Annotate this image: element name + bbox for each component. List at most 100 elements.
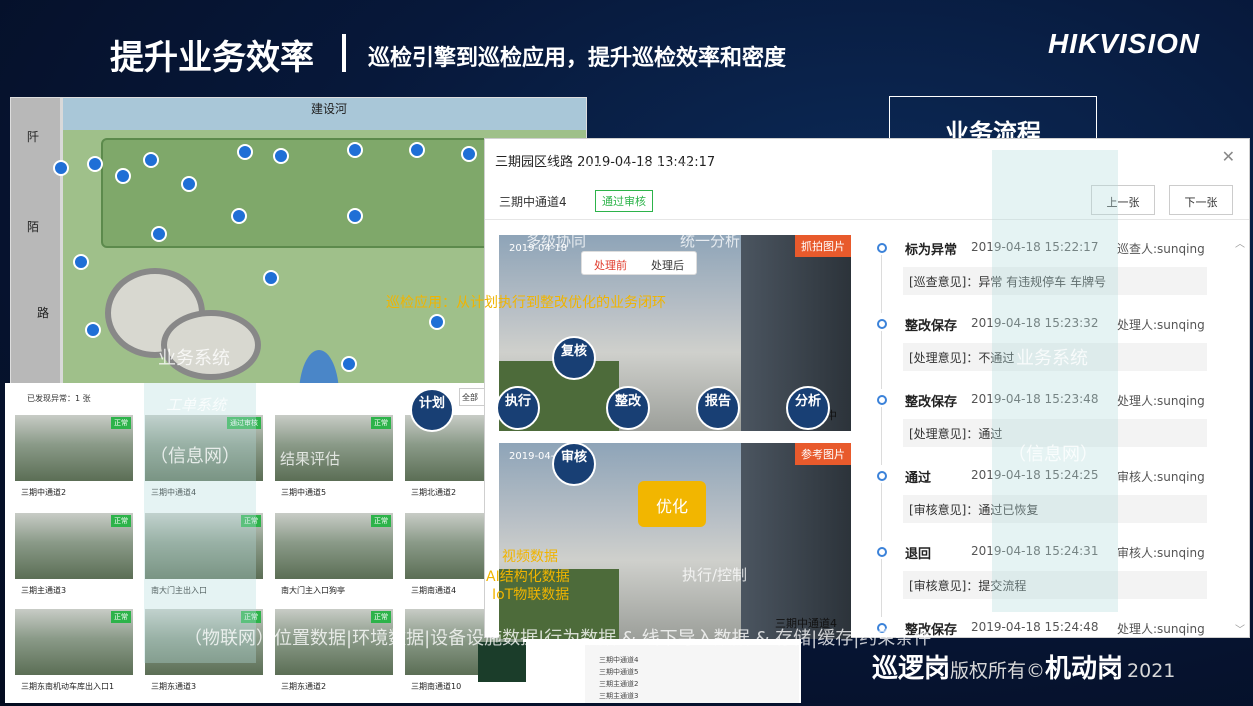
title-divider (342, 34, 346, 72)
overlay-text: 工单系统 (166, 396, 227, 414)
tile-caption: 南大门主入口狗亭 (281, 586, 345, 595)
timeline-dot-icon (877, 395, 887, 405)
status-badge: 正常 (371, 611, 391, 623)
close-icon[interactable]: ✕ (1222, 147, 1235, 166)
page-subtitle: 巡检引擎到巡检应用，提升巡检效率和密度 (368, 46, 787, 71)
list-item[interactable]: 三期主通道3 (599, 691, 638, 701)
filter-select[interactable]: 全部 (459, 388, 485, 406)
status-badge: 正常 (111, 417, 131, 429)
status-badge: 正常 (111, 611, 131, 623)
overlay-column (144, 383, 256, 663)
grid-tile[interactable]: 正常三期东南机动车库出入口1 (15, 609, 133, 695)
grid-tile[interactable]: 正常三期东通道2 (275, 609, 393, 695)
camera-pin-icon[interactable] (143, 152, 159, 168)
camera-pin-icon[interactable] (429, 314, 445, 330)
channel-list: 三期中通道4 三期中通道5 三期主通道2 三期主通道3 (585, 645, 799, 703)
camera-pin-icon[interactable] (341, 356, 357, 372)
tab-before[interactable]: 处理前 (582, 252, 639, 274)
camera-pin-icon[interactable] (115, 168, 131, 184)
camera-pin-icon[interactable] (409, 142, 425, 158)
footer: 巡逻岗版权所有©机动岗 2021 (872, 648, 1253, 685)
status-badge: 正常 (371, 417, 391, 429)
tile-caption: 三期北通道2 (411, 488, 457, 497)
review-detail-window: 三期园区线路 2019-04-18 13:42:17 ✕ 三期中通道4 通过审核… (484, 138, 1250, 639)
timeline-dot-icon (877, 471, 887, 481)
camera-pin-icon[interactable] (181, 176, 197, 192)
overlay-text: 业务级联|数据级联 (542, 162, 693, 183)
camera-pin-icon[interactable] (53, 160, 69, 176)
overlay-text: AI结构化数据 (486, 569, 570, 585)
status-badge: 正常 (371, 515, 391, 527)
list-item[interactable]: 三期中通道4 (599, 655, 638, 665)
page-title: 提升业务效率 (110, 38, 314, 78)
next-button[interactable]: 下一张 (1169, 185, 1233, 215)
camera-pin-icon[interactable] (87, 156, 103, 172)
flow-node-analyze[interactable]: 分析 (786, 386, 830, 430)
camera-pin-icon[interactable] (273, 148, 289, 164)
list-item[interactable]: 三期中通道5 (599, 667, 638, 677)
map-label-river: 建设河 (311, 102, 348, 116)
camera-pin-icon[interactable] (73, 254, 89, 270)
tile-caption: 三期主通道3 (21, 586, 67, 595)
optimize-button[interactable]: 优化 (638, 481, 706, 527)
overlay-column (992, 150, 1118, 612)
camera-pin-icon[interactable] (461, 146, 477, 162)
overlay-text: 视频数据 (502, 549, 558, 565)
timeline-dot-icon (877, 547, 887, 557)
tile-caption: 三期南通道10 (411, 682, 462, 691)
flow-node-plan[interactable]: 计划 (410, 388, 454, 432)
timeline-dot-icon (877, 243, 887, 253)
chevron-up-icon[interactable]: ︿ (1235, 235, 1245, 250)
camera-pin-icon[interactable] (151, 226, 167, 242)
grid-tile[interactable]: 正常南大门主入口狗亭 (275, 513, 393, 599)
tile-caption: 三期东通道3 (151, 682, 197, 691)
overlay-text: 多级协同 (526, 232, 587, 250)
flow-node-rectify[interactable]: 整改 (606, 386, 650, 430)
before-after-toggle[interactable]: 处理前 处理后 (581, 251, 697, 275)
status-badge: 通过审核 (595, 190, 653, 212)
photo-tag: 参考图片 (795, 443, 851, 465)
footer-brand: 机动岗 (1045, 654, 1124, 684)
grid-header: 已发现异常：1 张 (27, 394, 91, 403)
camera-pin-icon[interactable] (231, 208, 247, 224)
flow-node-report[interactable]: 报告 (696, 386, 740, 430)
status-badge: 正常 (111, 515, 131, 527)
camera-pin-icon[interactable] (347, 208, 363, 224)
flow-node-review[interactable]: 复核 (552, 336, 596, 380)
tile-caption: 三期东通道2 (281, 682, 327, 691)
tile-caption: 三期南通道4 (411, 586, 457, 595)
footer-copyright: 版权所有© (950, 660, 1046, 682)
map-label-road: 陌 (27, 220, 40, 234)
overlay-text: IoT物联数据 (492, 587, 570, 603)
list-item[interactable]: 三期主通道2 (599, 679, 638, 689)
map-label-road: 阡 (27, 130, 40, 144)
flow-node-audit[interactable]: 审核 (552, 442, 596, 486)
tile-caption: 三期中通道5 (281, 488, 327, 497)
overlay-text: 执行/控制 (682, 566, 748, 584)
flow-node-execute[interactable]: 执行 (496, 386, 540, 430)
chevron-down-icon[interactable]: ﹀ (1235, 621, 1245, 636)
reference-photo[interactable]: 2019-04-18 参考图片 三期中通道4 (499, 443, 851, 639)
overlay-text: （信息网） (150, 446, 240, 467)
overlay-text: 结果评估 (280, 450, 341, 468)
camera-pin-icon[interactable] (237, 144, 253, 160)
overlay-text: 统一分析 (680, 232, 741, 250)
scrollbar[interactable]: ︿ ﹀ (1235, 235, 1245, 636)
camera-pin-icon[interactable] (347, 142, 363, 158)
tab-after[interactable]: 处理后 (639, 252, 696, 274)
channel-name: 三期中通道4 (499, 195, 567, 209)
timeline-dot-icon (877, 319, 887, 329)
tile-caption: 三期中通道2 (21, 488, 67, 497)
photo-tag: 抓拍图片 (795, 235, 851, 257)
tile-caption: 三期东南机动车库出入口1 (21, 682, 115, 691)
divider (485, 219, 1249, 220)
camera-pin-icon[interactable] (263, 270, 279, 286)
grid-tile[interactable]: 正常三期主通道3 (15, 513, 133, 599)
overlay-text: （信息网） (1008, 444, 1098, 465)
overlay-text: 巡检应用：从计划执行到整改优化的业务闭环 (386, 295, 666, 311)
grid-tile[interactable]: 正常三期中通道2 (15, 415, 133, 501)
overlay-text: （物联网）位置数据|环境数据|设备设施数据|行为数据 & 线下导入数据 & 存储… (184, 628, 932, 649)
hikvision-logo: HIKVISION (1048, 28, 1201, 59)
footer-year: 2021 (1127, 660, 1176, 682)
camera-pin-icon[interactable] (85, 322, 101, 338)
